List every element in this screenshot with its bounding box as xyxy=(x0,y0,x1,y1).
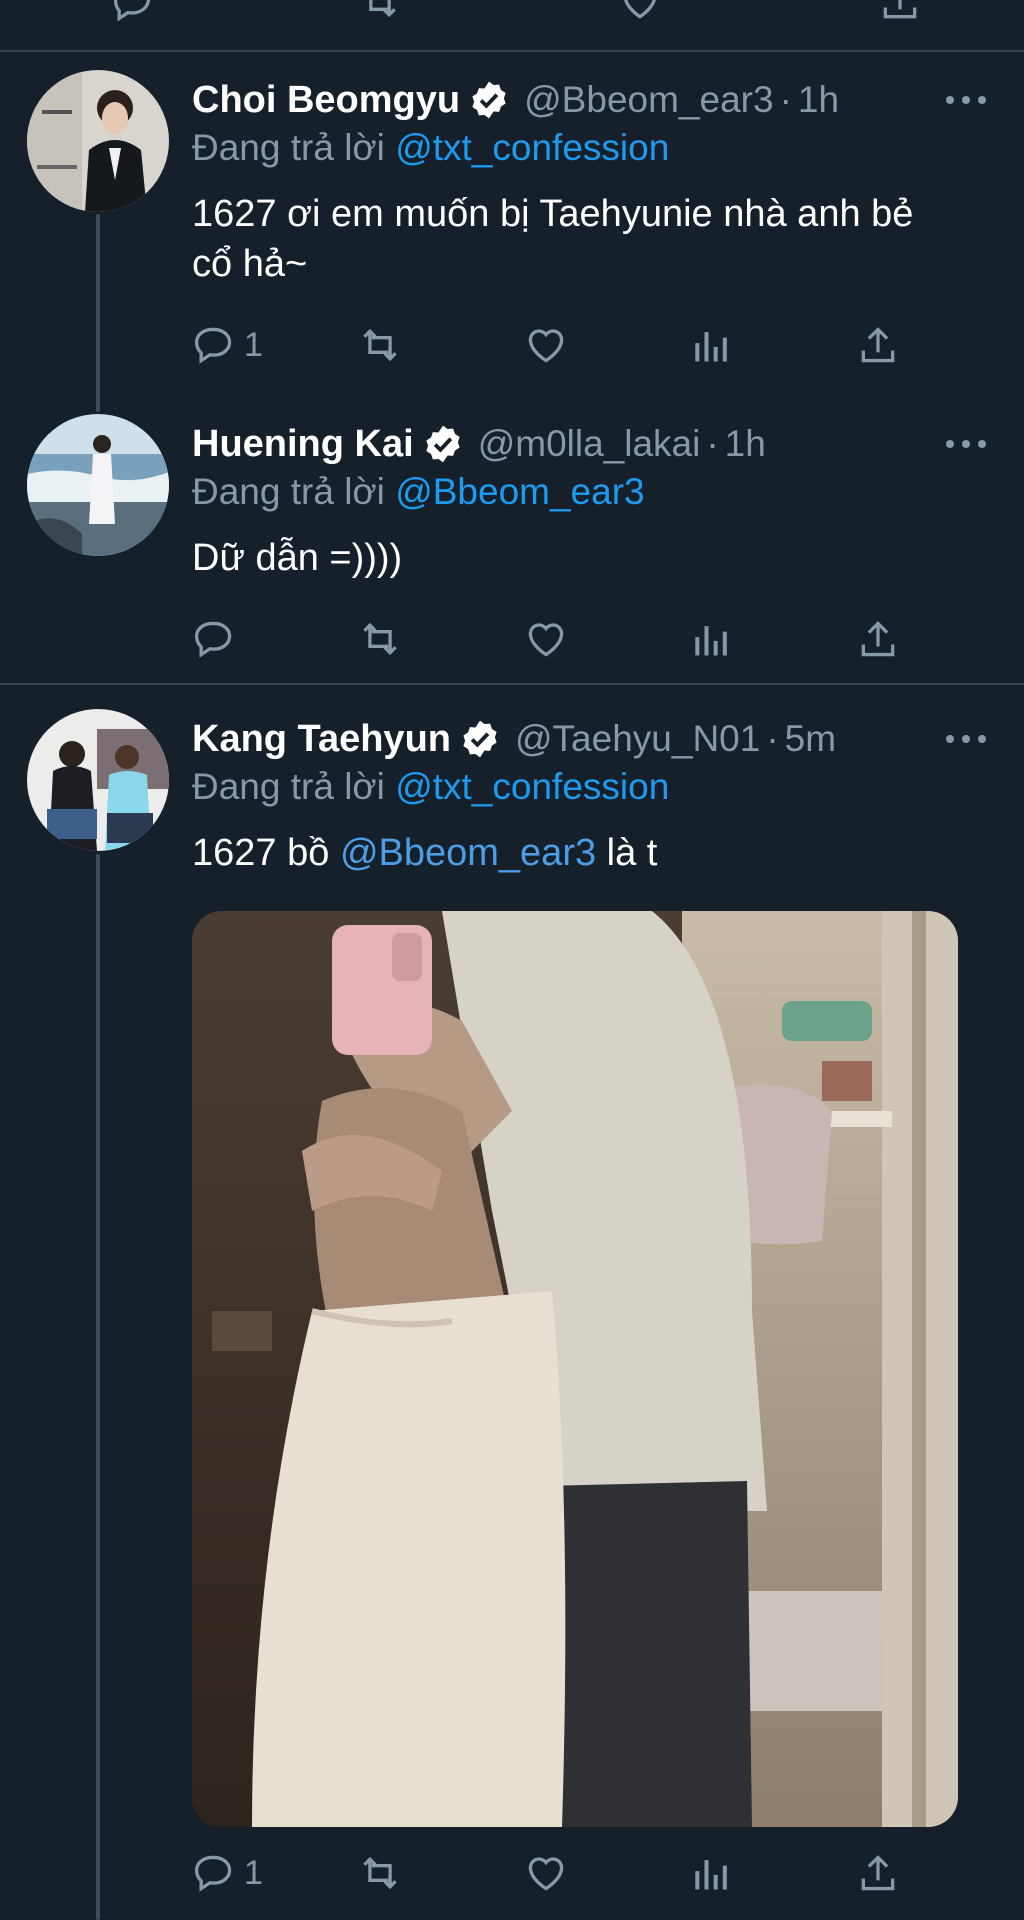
tweet-header: Choi Beomgyu @Bbeom_ear3 · 1h xyxy=(192,75,839,125)
reply-bubble-icon xyxy=(194,621,232,658)
display-name[interactable]: Choi Beomgyu xyxy=(192,79,460,122)
thread-line xyxy=(96,854,100,1920)
more-dots-icon[interactable] xyxy=(946,85,986,115)
tweet-divider xyxy=(0,683,1024,685)
share-icon-partial[interactable] xyxy=(878,0,922,29)
separator-dot: · xyxy=(766,718,779,759)
tweet-text-prefix: 1627 bồ xyxy=(192,832,330,874)
timestamp[interactable]: 5m xyxy=(785,718,836,760)
tweet-header: Huening Kai @m0lla_lakai · 1h xyxy=(192,419,766,469)
more-dots-icon[interactable] xyxy=(946,724,986,754)
replying-to: Đang trả lời @Bbeom_ear3 xyxy=(192,471,645,513)
reply-bubble-icon xyxy=(194,1855,232,1892)
share-button[interactable] xyxy=(856,320,900,370)
replying-mention-link[interactable]: @txt_confession xyxy=(395,766,669,807)
replying-to: Đang trả lời @txt_confession xyxy=(192,766,669,808)
analytics-bars-icon xyxy=(695,626,727,656)
analytics-bars-icon xyxy=(695,1860,727,1890)
tweet-actions: 1 xyxy=(192,320,912,370)
heart-icon xyxy=(528,623,564,657)
replying-prefix: Đang trả lời xyxy=(192,471,385,512)
separator-dot: · xyxy=(779,79,792,120)
avatar[interactable] xyxy=(27,709,169,851)
reply-count: 1 xyxy=(244,1853,263,1892)
thread-line xyxy=(96,214,100,412)
verified-badge-icon xyxy=(463,720,497,758)
verified-badge-icon xyxy=(426,425,460,463)
display-name[interactable]: Huening Kai xyxy=(192,423,414,466)
user-handle[interactable]: @Taehyu_N01 xyxy=(515,718,760,760)
user-handle[interactable]: @Bbeom_ear3 xyxy=(524,79,773,121)
analytics-button[interactable] xyxy=(690,1848,734,1898)
heart-icon-partial[interactable] xyxy=(618,0,662,29)
replying-to: Đang trả lời @txt_confession xyxy=(192,127,669,169)
replying-mention-link[interactable]: @txt_confession xyxy=(395,127,669,168)
share-button[interactable] xyxy=(856,1848,900,1898)
tweet-divider xyxy=(0,50,1024,52)
analytics-button[interactable] xyxy=(690,320,734,370)
share-upload-icon xyxy=(861,327,895,363)
user-handle[interactable]: @m0lla_lakai xyxy=(478,423,701,465)
tweet-header: Kang Taehyun @Taehyu_N01 · 5m xyxy=(192,714,836,764)
like-button[interactable] xyxy=(524,614,568,664)
share-button[interactable] xyxy=(856,614,900,664)
replying-mention-link[interactable]: @Bbeom_ear3 xyxy=(395,471,644,512)
retweet-button[interactable] xyxy=(358,1848,402,1898)
retweet-icon-partial[interactable] xyxy=(358,0,402,29)
retweet-icon xyxy=(363,328,397,362)
tweet-text-suffix: là t xyxy=(606,832,658,874)
retweet-button[interactable] xyxy=(358,614,402,664)
reply-count: 1 xyxy=(244,325,263,364)
heart-icon xyxy=(528,329,564,363)
avatar[interactable] xyxy=(27,414,169,556)
more-dots-icon[interactable] xyxy=(946,429,986,459)
analytics-button[interactable] xyxy=(690,614,734,664)
tweet-text: Dữ dẫn =)))) xyxy=(192,537,403,579)
tweet-text: 1627 bồ @Bbeom_ear3 là t xyxy=(192,828,952,878)
separator-dot: · xyxy=(706,423,719,464)
tweet-text: 1627 ơi em muốn bị Taehyunie nhà anh bẻ … xyxy=(192,193,914,285)
replying-prefix: Đang trả lời xyxy=(192,127,385,168)
display-name[interactable]: Kang Taehyun xyxy=(192,718,451,761)
timestamp[interactable]: 1h xyxy=(725,423,766,465)
tweet-photo[interactable] xyxy=(192,911,958,1827)
retweet-button[interactable] xyxy=(358,320,402,370)
tweet-mention-link[interactable]: @Bbeom_ear3 xyxy=(340,832,596,874)
avatar[interactable] xyxy=(27,70,169,212)
like-button[interactable] xyxy=(524,1848,568,1898)
tweet-actions: 1 xyxy=(192,1848,912,1898)
heart-icon xyxy=(528,1857,564,1891)
reply-bubble-icon xyxy=(194,327,232,364)
tweet-actions xyxy=(192,614,912,664)
share-upload-icon xyxy=(861,621,895,657)
reply-button[interactable]: 1 xyxy=(192,320,263,370)
reply-button[interactable]: 1 xyxy=(192,1848,263,1898)
retweet-icon xyxy=(363,1856,397,1890)
timestamp[interactable]: 1h xyxy=(798,79,839,121)
verified-badge-icon xyxy=(472,81,506,119)
replying-prefix: Đang trả lời xyxy=(192,766,385,807)
share-upload-icon xyxy=(861,1855,895,1891)
reply-icon-partial[interactable] xyxy=(110,0,154,29)
retweet-icon xyxy=(363,622,397,656)
analytics-bars-icon xyxy=(695,332,727,362)
like-button[interactable] xyxy=(524,320,568,370)
reply-button[interactable] xyxy=(192,614,244,664)
